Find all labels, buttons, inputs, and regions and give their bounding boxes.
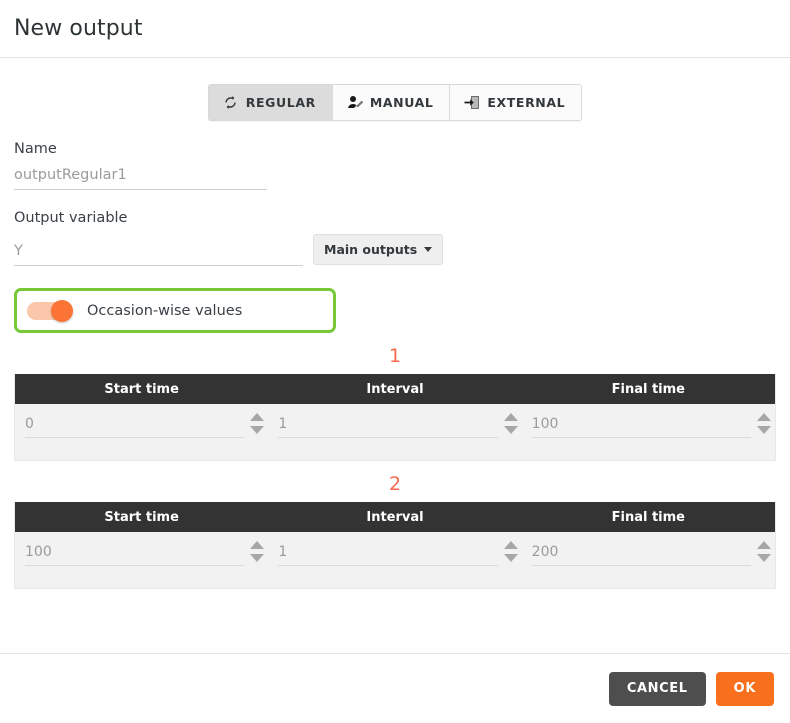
stepper-down-icon[interactable] [250, 426, 264, 434]
occasion-grid-2: Start time Interval Final time [14, 502, 776, 589]
occasion-index-2: 2 [14, 475, 776, 494]
stepper-up-icon[interactable] [250, 413, 264, 421]
dialog-body: REGULAR MANUAL [0, 58, 790, 589]
occasion-1-final-time-input[interactable] [532, 415, 751, 438]
tab-regular[interactable]: REGULAR [209, 85, 333, 120]
table-row [15, 532, 775, 588]
occasion-2-start-time-cell [15, 541, 268, 566]
stepper-down-icon[interactable] [757, 426, 771, 434]
occasion-2-final-time-stepper[interactable] [757, 541, 771, 562]
occasion-1-interval-input[interactable] [278, 415, 497, 438]
occasion-2-interval-stepper[interactable] [504, 541, 518, 562]
occasion-wise-highlight-box: Occasion-wise values [14, 288, 336, 333]
column-header-interval: Interval [268, 374, 521, 404]
dialog-header: New output [0, 0, 790, 58]
occasion-2-start-time-stepper[interactable] [250, 541, 264, 562]
occasion-1-interval-cell [268, 413, 521, 438]
occasion-wise-toggle-row[interactable]: Occasion-wise values [27, 300, 242, 322]
occasion-grid-2-header: Start time Interval Final time [15, 502, 775, 532]
occasion-wise-toggle-label: Occasion-wise values [87, 303, 242, 319]
occasion-grid-1-header: Start time Interval Final time [15, 374, 775, 404]
stepper-up-icon[interactable] [250, 541, 264, 549]
occasion-2-final-time-input[interactable] [532, 543, 751, 566]
tab-manual[interactable]: MANUAL [333, 85, 451, 120]
occasion-1-start-time-cell [15, 413, 268, 438]
import-arrow-icon [464, 95, 480, 111]
output-variable-input[interactable] [14, 241, 303, 266]
stepper-up-icon[interactable] [757, 413, 771, 421]
occasion-2-interval-cell [268, 541, 521, 566]
chevron-down-icon [424, 247, 432, 252]
ok-button[interactable]: OK [716, 672, 774, 706]
stepper-down-icon[interactable] [504, 426, 518, 434]
occasion-wise-toggle-switch[interactable] [27, 300, 73, 322]
stepper-down-icon[interactable] [250, 554, 264, 562]
occasion-block-2: 2 Start time Interval Final time [14, 475, 776, 589]
occasion-1-start-time-input[interactable] [25, 415, 244, 438]
toggle-knob [51, 300, 73, 322]
dialog-footer: CANCEL OK [0, 653, 790, 723]
occasion-1-interval-stepper[interactable] [504, 413, 518, 434]
occasion-1-final-time-cell [522, 413, 775, 438]
stepper-up-icon[interactable] [504, 413, 518, 421]
tab-bar: REGULAR MANUAL [208, 84, 582, 121]
stepper-up-icon[interactable] [504, 541, 518, 549]
column-header-final-time: Final time [522, 502, 775, 532]
output-variable-field-row: Main outputs [14, 234, 776, 266]
occasion-2-start-time-input[interactable] [25, 543, 244, 566]
tab-manual-label: MANUAL [370, 95, 434, 110]
column-header-start-time: Start time [15, 374, 268, 404]
tab-external-label: EXTERNAL [487, 95, 565, 110]
page-title: New output [14, 16, 143, 41]
name-field-row [14, 165, 776, 190]
name-input[interactable] [14, 165, 267, 190]
column-header-interval: Interval [268, 502, 521, 532]
name-label: Name [14, 141, 776, 157]
cancel-button[interactable]: CANCEL [609, 672, 706, 706]
occasion-index-1: 1 [14, 347, 776, 366]
stepper-down-icon[interactable] [504, 554, 518, 562]
name-field-block: Name [14, 141, 776, 190]
column-header-start-time: Start time [15, 502, 268, 532]
repeat-icon [223, 95, 239, 111]
main-outputs-dropdown-label: Main outputs [324, 242, 417, 257]
output-variable-label: Output variable [14, 210, 776, 226]
tab-bar-wrapper: REGULAR MANUAL [14, 58, 776, 121]
user-edit-icon [347, 95, 363, 111]
occasion-2-final-time-cell [522, 541, 775, 566]
tab-regular-label: REGULAR [246, 95, 316, 110]
main-outputs-dropdown[interactable]: Main outputs [313, 234, 443, 265]
tab-external[interactable]: EXTERNAL [450, 85, 581, 120]
occasion-1-final-time-stepper[interactable] [757, 413, 771, 434]
output-variable-field-block: Output variable Main outputs [14, 210, 776, 266]
occasion-2-interval-input[interactable] [278, 543, 497, 566]
table-row [15, 404, 775, 460]
occasion-block-1: 1 Start time Interval Final time [14, 347, 776, 461]
occasion-1-start-time-stepper[interactable] [250, 413, 264, 434]
stepper-down-icon[interactable] [757, 554, 771, 562]
stepper-up-icon[interactable] [757, 541, 771, 549]
occasion-grid-1: Start time Interval Final time [14, 374, 776, 461]
column-header-final-time: Final time [522, 374, 775, 404]
